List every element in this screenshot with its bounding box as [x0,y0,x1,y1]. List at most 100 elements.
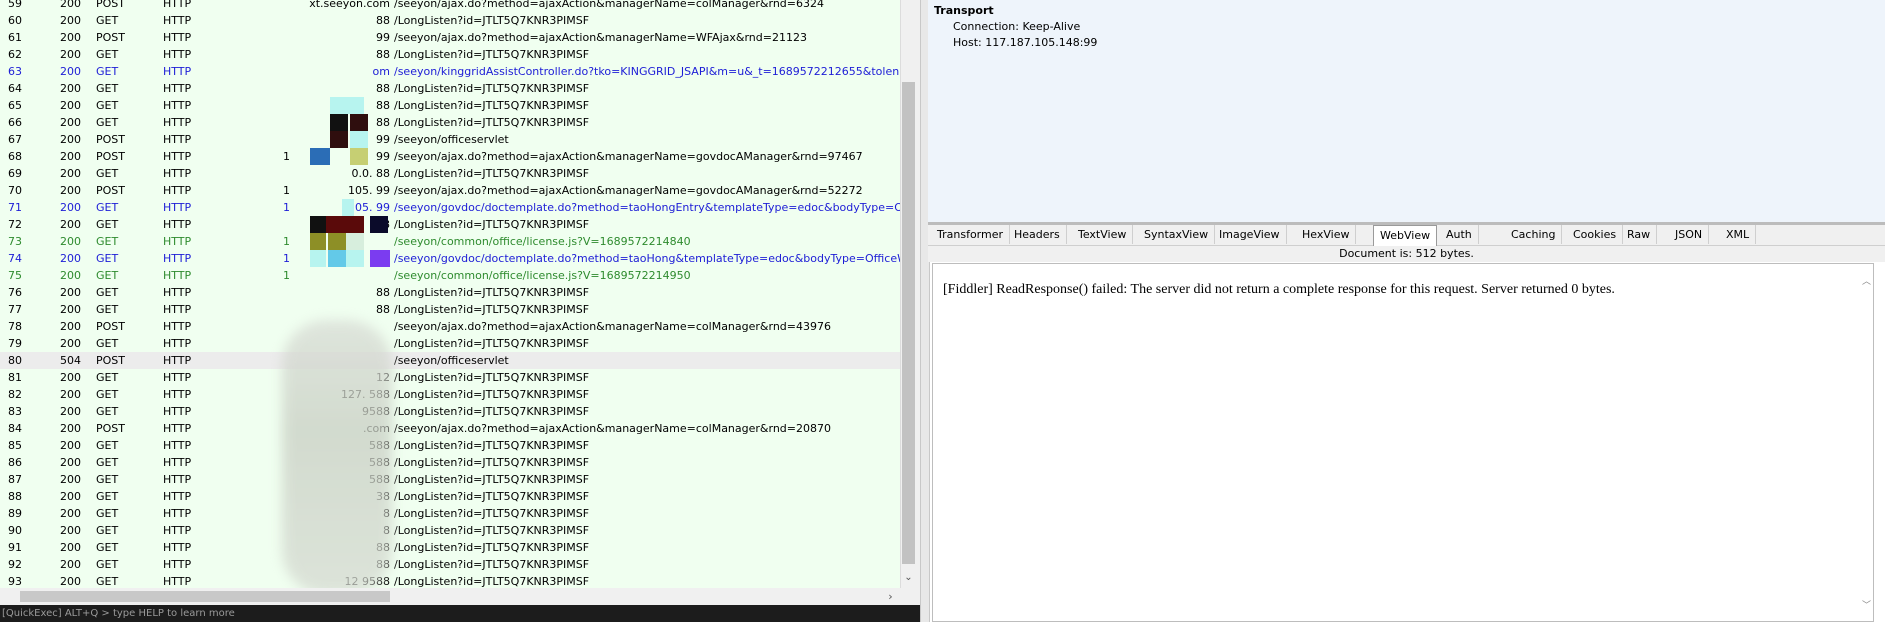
tab-webview[interactable]: WebView [1373,225,1438,246]
host-color-block [346,250,364,267]
tab-caching[interactable]: Caching [1505,225,1563,244]
session-row[interactable]: 81200GETHTTP12/LongListen?id=JTLT5Q7KNR3… [0,369,900,386]
session-row[interactable]: 90200GETHTTP8/LongListen?id=JTLT5Q7KNR3P… [0,522,900,539]
tab-cookies[interactable]: Cookies [1567,225,1624,244]
session-row[interactable]: 83200GETHTTP9588/LongListen?id=JTLT5Q7KN… [0,403,900,420]
session-protocol-cell: HTTP [163,14,192,27]
host-color-block [330,131,348,148]
scroll-down-arrow-icon[interactable]: ⌄ [900,572,917,588]
scroll-up-arrow-icon[interactable]: ︿ [1862,274,1871,287]
session-result-cell: 200 [60,0,81,10]
session-row[interactable]: 65 200 GET HTTP 88/LongListen?id=JTLT5Q7KNR3… [0,97,900,114]
tab-headers[interactable]: Headers [1008,225,1067,244]
session-protocol-cell: HTTP [163,218,192,231]
session-row[interactable]: 71 200 GET HTTP 1 105. 99/seeyon/govdoc/docte… [0,199,900,216]
tab-json[interactable]: JSON [1669,225,1710,244]
session-method-cell: GET [96,524,119,537]
session-method-cell: POST [96,133,125,146]
session-row[interactable]: 67 200 POST HTTP 99/seeyon/officeservlet [0,131,900,148]
session-id-cell: 92 [8,558,22,571]
session-row[interactable]: 89200GETHTTP8/LongListen?id=JTLT5Q7KNR3P… [0,505,900,522]
session-row[interactable]: 92200GETHTTP88/LongListen?id=JTLT5Q7KNR3… [0,556,900,573]
session-row[interactable]: 86200GETHTTP588/LongListen?id=JTLT5Q7KNR… [0,454,900,471]
quickexec-bar[interactable]: [QuickExec] ALT+Q > type HELP to learn m… [0,605,922,622]
session-row[interactable]: 62 200 GET HTTP 88/LongListen?id=JTLT5Q7KNR3… [0,46,900,63]
session-url-cell: /LongListen?id=JTLT5Q7KNR3PIMSF [394,575,590,588]
session-method-cell: GET [96,439,119,452]
host-color-block [344,216,364,233]
horizontal-scroll-thumb[interactable] [20,591,390,602]
session-id-cell: 82 [8,388,22,401]
session-row[interactable]: 64 200 GET HTTP 88/LongListen?id=JTLT5Q7KNR3… [0,80,900,97]
session-protocol-cell: HTTP [163,167,192,180]
session-row[interactable]: 73 200 GET HTTP 1/seeyon/common/office/licen… [0,233,900,250]
session-list[interactable]: 59 200 POST HTTP xt.seeyon.com/seeyon/ajax.d… [0,0,900,588]
session-result-cell: 504 [60,354,81,367]
session-row[interactable]: 91200GETHTTP88/LongListen?id=JTLT5Q7KNR3… [0,539,900,556]
session-result-cell: 200 [60,286,81,299]
session-id-cell: 64 [8,82,22,95]
session-row[interactable]: 66 200 GET HTTP 88/LongListen?id=JTLT5Q7KNR3… [0,114,900,131]
session-id-cell: 84 [8,422,22,435]
tab-syntaxview[interactable]: SyntaxView [1138,225,1216,244]
session-row[interactable]: 70 200 POST HTTP 1 105. 99/seeyon/ajax.do?met… [0,182,900,199]
session-row[interactable]: 59 200 POST HTTP xt.seeyon.com/seeyon/ajax.d… [0,0,900,12]
session-protocol-cell: HTTP [163,371,192,384]
session-url-cell: /LongListen?id=JTLT5Q7KNR3PIMSF [394,405,590,418]
session-protocol-cell: HTTP [163,82,192,95]
host-color-block [370,250,390,267]
session-row[interactable]: 93200GETHTTP12 9588/LongListen?id=JTLT5Q… [0,573,900,588]
session-row[interactable]: 75 200 GET HTTP 1/seeyon/common/office/licen… [0,267,900,284]
session-row[interactable]: 76 200 GET HTTP 88/LongListen?id=JTLT5Q7KNR3… [0,284,900,301]
session-method-cell: GET [96,371,119,384]
session-method-cell: POST [96,31,125,44]
tab-auth[interactable]: Auth [1440,225,1479,244]
session-host-cell: 88 [376,116,390,129]
session-row[interactable]: 63 200 GET HTTP om/seeyon/kinggridAssistCont… [0,63,900,80]
session-row[interactable]: 72200GETHTTP88/LongListen?id=JTLT5Q7KNR3… [0,216,900,233]
session-result-cell: 200 [60,524,81,537]
session-row[interactable]: 87200GETHTTP588/LongListen?id=JTLT5Q7KNR… [0,471,900,488]
session-row[interactable]: 77 200 GET HTTP 88/LongListen?id=JTLT5Q7KNR3… [0,301,900,318]
session-result-cell: 200 [60,31,81,44]
session-row[interactable]: 78 200 POST HTTP/seeyon/ajax.do?method=ajax… [0,318,900,335]
session-url-cell: /LongListen?id=JTLT5Q7KNR3PIMSF [394,490,590,503]
session-url-cell: /seeyon/ajax.do?method=ajaxAction&manage… [394,31,807,44]
session-protocol-cell: HTTP [163,439,192,452]
session-row[interactable]: 79 200 GET HTTP/LongListen?id=JTLT5Q7KNR3PI… [0,335,900,352]
session-row[interactable]: 74 200 GET HTTP 1/seeyon/govdoc/doctemplate.… [0,250,900,267]
tab-xml[interactable]: XML [1720,225,1757,244]
vertical-scroll-thumb[interactable] [902,82,915,564]
session-protocol-cell: HTTP [163,286,192,299]
session-url-cell: /LongListen?id=JTLT5Q7KNR3PIMSF [394,541,590,554]
session-protocol-cell: HTTP [163,405,192,418]
session-row[interactable]: 61 200 POST HTTP 99/seeyon/ajax.do?method=aj… [0,29,900,46]
session-row[interactable]: 80 504 POST HTTP/seeyon/officeservlet [0,352,900,369]
session-protocol-cell: HTTP [163,48,192,61]
tab-transformer[interactable]: Transformer [931,225,1011,244]
session-id-cell: 71 [8,201,22,214]
session-row[interactable]: 69 200 GET HTTP 0.0. 88/LongListen?id=JTLT5Q… [0,165,900,182]
scroll-down-arrow-icon[interactable]: ﹀ [1862,598,1871,611]
scroll-right-arrow-icon[interactable]: › [882,588,899,605]
session-row[interactable]: 60 200 GET HTTP 88/LongListen?id=JTLT5Q7KNR3… [0,12,900,29]
tab-hexview[interactable]: HexView [1296,225,1357,244]
session-result-cell: 200 [60,116,81,129]
session-url-cell: /seeyon/officeservlet [394,354,509,367]
session-row[interactable]: 88200GETHTTP38/LongListen?id=JTLT5Q7KNR3… [0,488,900,505]
session-host-cell: 99 [376,133,390,146]
tab-textview[interactable]: TextView [1072,225,1134,244]
tab-imageview[interactable]: ImageView [1213,225,1287,244]
session-row[interactable]: 68 200 POST HTTP 1 99/seeyon/ajax.do?method=a… [0,148,900,165]
session-row[interactable]: 82200GETHTTP127. 588/LongListen?id=JTLT5… [0,386,900,403]
webview-scrollbar[interactable]: ︿ ﹀ [1861,264,1873,621]
session-list-panel: 59 200 POST HTTP xt.seeyon.com/seeyon/ajax.d… [0,0,922,622]
host-color-block [310,250,326,267]
session-method-cell: GET [96,507,119,520]
session-method-cell: GET [96,201,119,214]
session-protocol-cell: HTTP [163,388,192,401]
session-host-cell: 88 [376,14,390,27]
session-row[interactable]: 85200GETHTTP588/LongListen?id=JTLT5Q7KNR… [0,437,900,454]
tab-raw[interactable]: Raw [1621,225,1658,244]
session-row[interactable]: 84200POSTHTTP.com/seeyon/ajax.do?method=… [0,420,900,437]
